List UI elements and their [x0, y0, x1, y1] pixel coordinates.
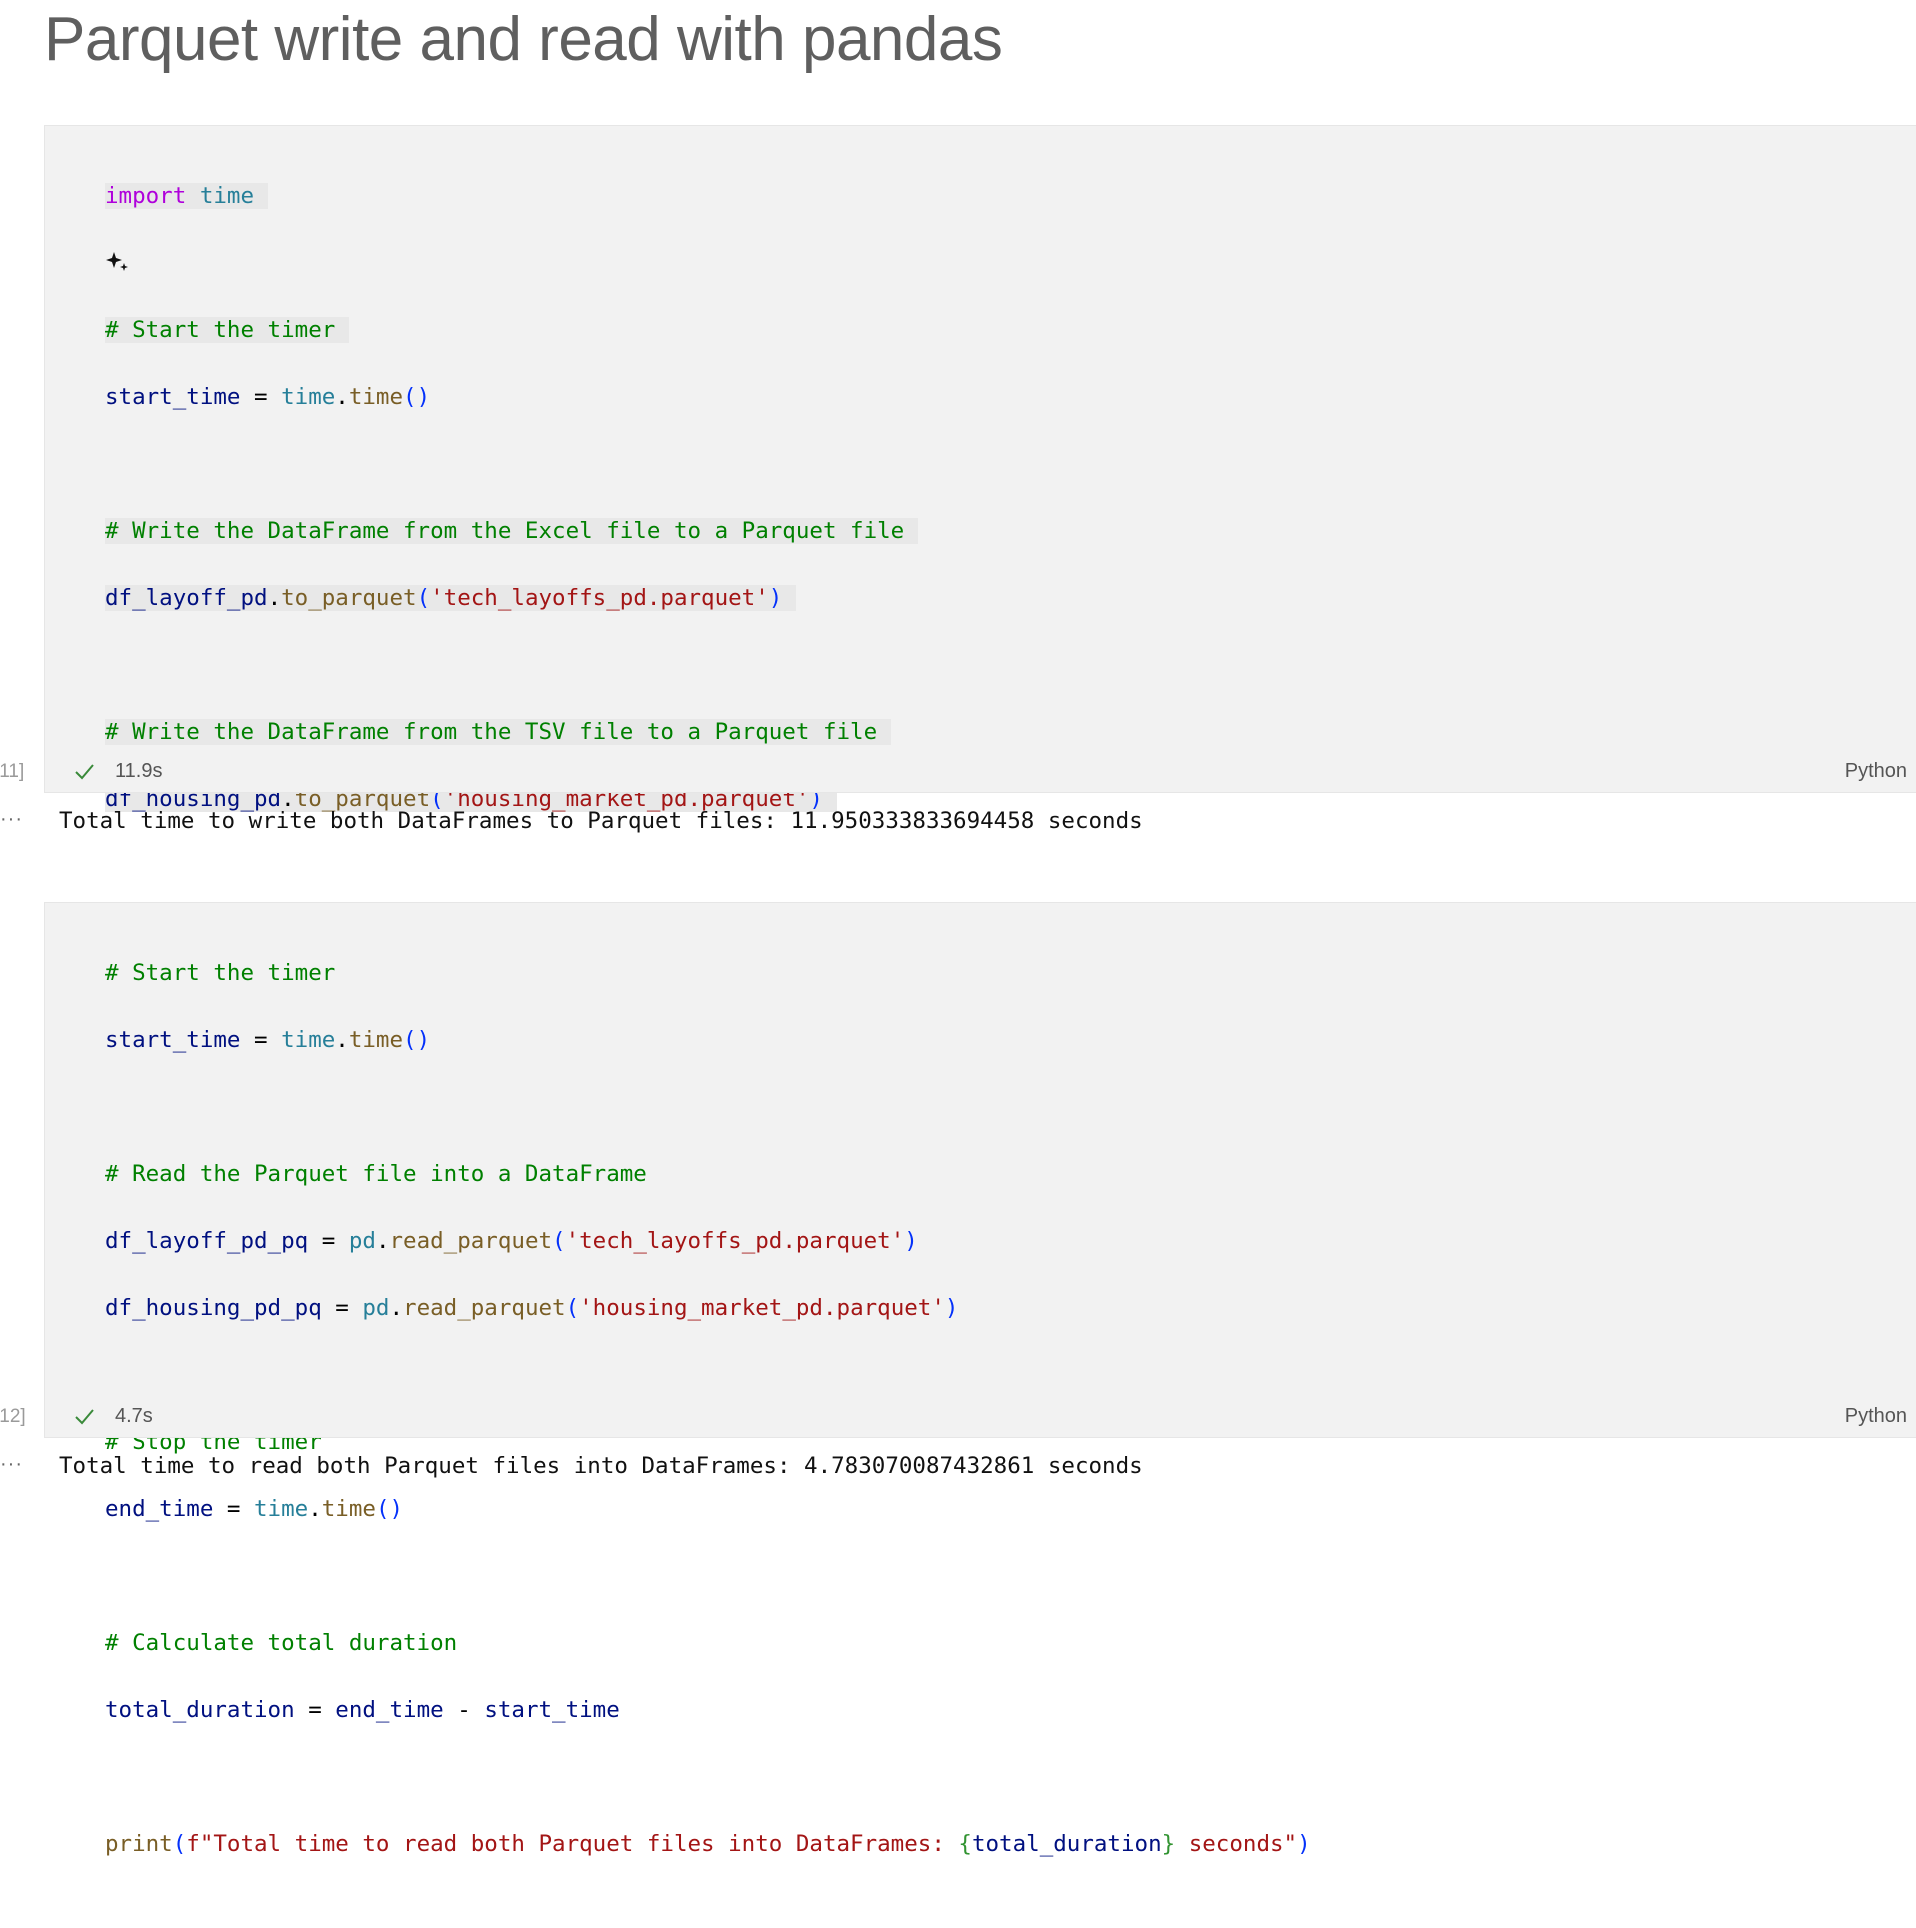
code-line: end_time = time.time(): [105, 1495, 404, 1522]
cell-output: Total time to write both DataFrames to P…: [59, 808, 1143, 834]
execution-count: [11]: [0, 761, 25, 782]
code-cell-write[interactable]: import time # Start the timer start_time…: [44, 125, 1916, 1348]
cell-output: Total time to read both Parquet files in…: [59, 1453, 1143, 1479]
code-line: df_layoff_pd_pq = pd.read_parquet('tech_…: [105, 1227, 918, 1254]
check-icon: [75, 1409, 94, 1425]
check-icon: [75, 764, 94, 780]
code-line: start_time = time.time(): [105, 1026, 431, 1053]
code-line: df_housing_pd_pq = pd.read_parquet('hous…: [105, 1294, 959, 1321]
cell-status-bar: 11.9s Python: [44, 752, 1916, 793]
execution-count: [12]: [0, 1406, 26, 1427]
code-line: # Calculate total duration: [105, 1629, 458, 1656]
kernel-language[interactable]: Python: [1845, 760, 1907, 783]
code-line: import time: [105, 180, 1297, 214]
code-line: # Read the Parquet file into a DataFrame: [105, 1160, 647, 1187]
execution-duration: 11.9s: [115, 760, 163, 782]
code-line: total_duration = end_time - start_time: [105, 1696, 620, 1723]
cell-status-bar: 4.7s Python: [44, 1397, 1916, 1438]
kernel-language[interactable]: Python: [1845, 1405, 1907, 1428]
code-line: [105, 247, 1297, 281]
code-line: # Start the timer: [105, 314, 1297, 348]
code-line: # Write the DataFrame from the TSV file …: [105, 716, 1297, 750]
sparkle-icon[interactable]: [105, 250, 131, 276]
code-cell-read[interactable]: # Start the timer start_time = time.time…: [44, 902, 1916, 1857]
code-line: # Start the timer: [105, 959, 336, 986]
output-menu-icon[interactable]: ···: [0, 808, 23, 831]
code-line: # Write the DataFrame from the Excel fil…: [105, 515, 1297, 549]
code-line: start_time = time.time(): [105, 383, 431, 410]
execution-duration: 4.7s: [115, 1405, 153, 1427]
code-line: print(f"Total time to read both Parquet …: [105, 1830, 1311, 1857]
output-menu-icon[interactable]: ···: [0, 1453, 23, 1476]
code-line: df_layoff_pd.to_parquet('tech_layoffs_pd…: [105, 582, 1297, 616]
notebook-page: Parquet write and read with pandas impor…: [0, 0, 1916, 1857]
page-title: Parquet write and read with pandas: [44, 5, 1003, 74]
